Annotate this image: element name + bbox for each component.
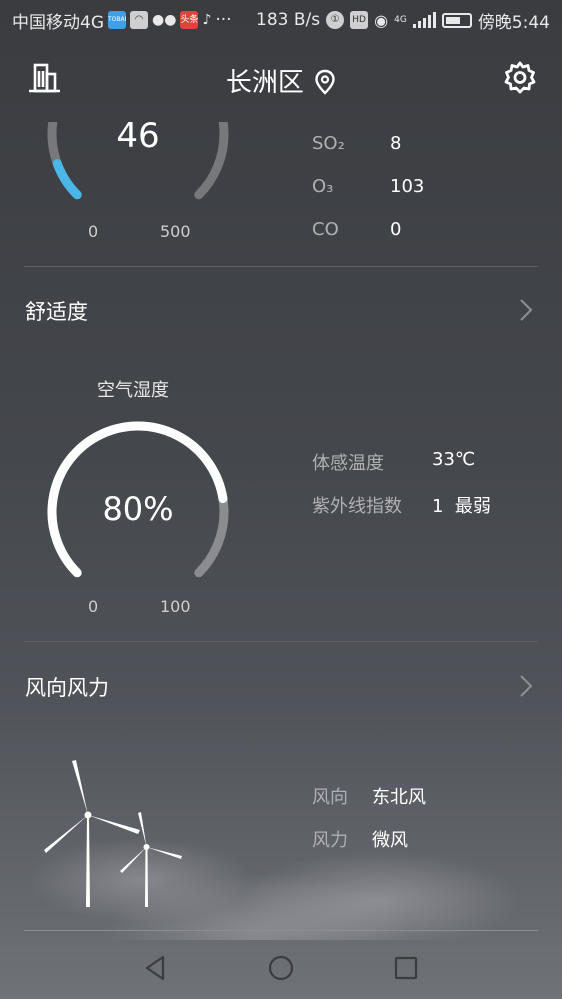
feels-like-label: 体感温度 — [312, 453, 384, 474]
comfort-section-title: 舒适度 — [25, 300, 88, 324]
hd-icon: HD — [350, 11, 369, 29]
net-speed: 183 B/s — [256, 10, 321, 30]
wechat-icon: ●● — [152, 12, 177, 28]
humidity-value: 80% — [102, 490, 174, 528]
location-pin-icon — [315, 69, 335, 95]
app-notification-icon: TOBAI — [108, 11, 126, 29]
wind-force-label: 风力 — [312, 830, 348, 851]
divider — [24, 641, 538, 642]
wind-direction-label: 风向 — [312, 787, 348, 808]
pollutant-value-so2: 8 — [390, 133, 402, 154]
alarm-icon: ① — [326, 11, 345, 29]
back-triangle-icon[interactable] — [141, 953, 171, 983]
divider — [24, 266, 538, 267]
uv-index-label: 紫外线指数 — [312, 496, 402, 517]
more-notifications-icon: ··· — [215, 10, 232, 30]
tiktok-icon: ♪ — [202, 12, 212, 28]
pollutant-value-co: 0 — [390, 219, 402, 240]
clock: 傍晚5:44 — [477, 12, 550, 33]
settings-gear-icon[interactable] — [502, 60, 538, 96]
pollutant-label-o3: O₃ — [312, 176, 334, 197]
network-type: 4G — [394, 15, 407, 25]
wind-turbine-icon — [44, 760, 182, 907]
chevron-right-icon — [520, 675, 533, 697]
carrier-label: 中国移动4G — [12, 12, 104, 33]
chevron-right-icon — [520, 299, 533, 321]
battery-icon — [441, 12, 472, 28]
browser-notification-icon: ◠ — [130, 11, 148, 29]
humidity-gauge-title: 空气湿度 — [97, 380, 169, 401]
wind-direction-value: 东北风 — [372, 787, 426, 808]
wind-force-value: 微风 — [372, 830, 408, 851]
pollutant-value-o3: 103 — [390, 176, 425, 197]
feels-like-value: 33℃ — [432, 449, 476, 470]
humidity-min-label: 0 — [88, 597, 99, 616]
recents-square-icon[interactable] — [391, 953, 421, 983]
humidity-max-label: 100 — [160, 597, 191, 616]
pollutant-label-co: CO — [312, 219, 339, 240]
comfort-section-header[interactable]: 舒适度 — [0, 280, 562, 340]
aqi-value: 46 — [116, 116, 160, 156]
signal-icon — [412, 12, 436, 28]
divider — [24, 930, 538, 931]
wind-section-title: 风向风力 — [25, 676, 109, 700]
eye-comfort-icon: ◉ — [374, 10, 389, 30]
news-app-icon: 头条 — [180, 11, 198, 29]
wind-section-header[interactable]: 风向风力 — [0, 656, 562, 716]
home-circle-icon[interactable] — [266, 953, 296, 983]
aqi-min-label: 0 — [88, 222, 99, 241]
gauge-fill — [52, 159, 82, 200]
pollutant-label-so2: SO₂ — [312, 133, 345, 154]
navigation-bar — [0, 937, 562, 999]
aqi-max-label: 500 — [160, 222, 191, 241]
uv-index-value: 1 最弱 — [432, 496, 491, 517]
